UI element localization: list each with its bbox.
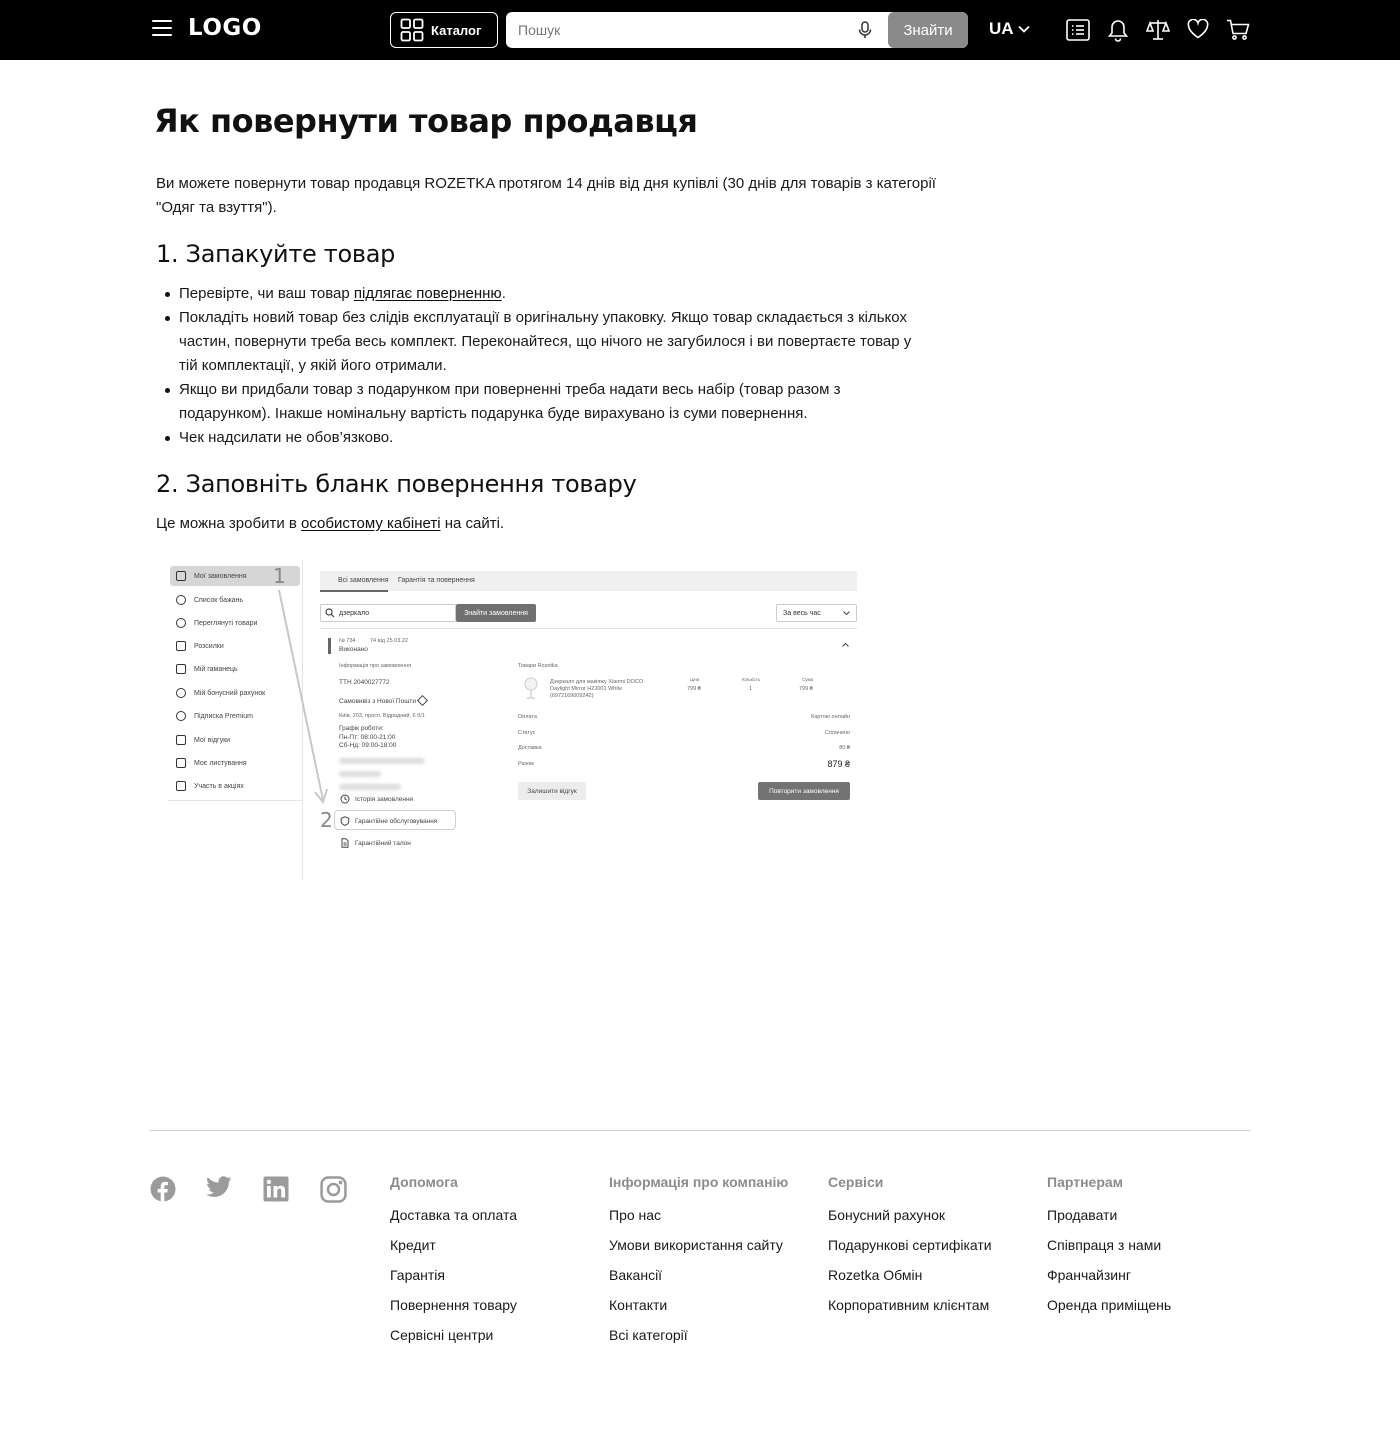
- footer-link[interactable]: Бонусний рахунок: [828, 1206, 992, 1236]
- footer-link[interactable]: Корпоративним клієнтам: [828, 1296, 992, 1326]
- bell-icon[interactable]: [1107, 19, 1129, 42]
- status-bar: [328, 638, 331, 654]
- intro-paragraph: Ви можете повернути товар продавця ROZET…: [156, 175, 936, 216]
- twitter-icon[interactable]: [206, 1176, 232, 1198]
- footer-link[interactable]: Оренда приміщень: [1047, 1296, 1171, 1326]
- footer-link[interactable]: Всі категорії: [609, 1326, 788, 1356]
- cabinet-paragraph: Це можна зробити в особистому кабінеті н…: [156, 515, 505, 532]
- footer-link[interactable]: Умови використання сайту: [609, 1236, 788, 1266]
- language-label: UA: [989, 19, 1014, 38]
- footer-column-partners: Партнерам Продавати Співпраця з нами Фра…: [1047, 1174, 1171, 1326]
- cabinet-illustration: Мої замовлення Список бажань Переглянуті…: [160, 560, 860, 880]
- shield-icon: [340, 816, 350, 826]
- footer-link[interactable]: Гарантія: [390, 1266, 517, 1296]
- divider: [320, 628, 857, 629]
- footer-link[interactable]: Кредит: [390, 1236, 517, 1266]
- compare-scales-icon[interactable]: [1146, 19, 1170, 41]
- footer-column-title: Допомога: [390, 1174, 458, 1190]
- step-marker-2: 2: [320, 808, 333, 832]
- search-button[interactable]: Знайти: [888, 12, 968, 48]
- product-thumbnail: [524, 677, 538, 699]
- footer-column-help: Допомога Доставка та оплата Кредит Гаран…: [390, 1174, 517, 1356]
- footer-link[interactable]: Про нас: [609, 1206, 788, 1236]
- menu-icon[interactable]: [152, 20, 172, 38]
- search-input[interactable]: [506, 12, 846, 48]
- footer-column-title: Сервіси: [828, 1174, 884, 1190]
- step1-list: Перевірте, чи ваш товар підлягає поверне…: [165, 282, 919, 450]
- footer-link[interactable]: Контакти: [609, 1296, 788, 1326]
- footer-column-company: Інформація про компанію Про нас Умови ви…: [609, 1174, 788, 1356]
- blurred-text: [339, 758, 425, 764]
- grid-icon: [400, 18, 424, 42]
- instagram-icon[interactable]: [320, 1176, 347, 1203]
- list-item: Перевірте, чи ваш товар підлягає поверне…: [165, 282, 919, 306]
- footer-link[interactable]: Подарункові сертифікати: [828, 1236, 992, 1266]
- catalog-label: Каталог: [431, 22, 482, 38]
- footer-link[interactable]: Сервісні центри: [390, 1326, 517, 1356]
- footer-link[interactable]: Співпраця з нами: [1047, 1236, 1171, 1266]
- cart-icon[interactable]: [1226, 19, 1250, 41]
- period-select: За весь час: [776, 604, 857, 622]
- footer-link[interactable]: Франчайзинг: [1047, 1266, 1171, 1296]
- tab-all-orders: Всі замовлення: [338, 577, 389, 584]
- illustration-tabs: Всі замовлення Гарантія та повернення: [320, 571, 857, 592]
- history-icon: [340, 794, 350, 804]
- footer-column-title: Інформація про компанію: [609, 1174, 789, 1190]
- language-selector[interactable]: UA: [989, 19, 1030, 39]
- footer-column-services: Сервіси Бонусний рахунок Подарункові сер…: [828, 1174, 992, 1326]
- tab-warranty-returns: Гарантія та повернення: [398, 577, 475, 584]
- tab-indicator: [320, 590, 388, 592]
- heart-icon[interactable]: [1187, 19, 1209, 39]
- logo[interactable]: LOGO: [188, 15, 262, 41]
- footer-link[interactable]: Повернення товару: [390, 1296, 517, 1326]
- blurred-text: [339, 784, 401, 790]
- footer-link[interactable]: Продавати: [1047, 1206, 1171, 1236]
- search-icon: [325, 608, 335, 618]
- chevron-up-icon: [842, 642, 849, 647]
- chevron-down-icon: [1017, 25, 1030, 33]
- list-item: Якщо ви придбали товар з подарунком при …: [165, 378, 919, 426]
- facebook-icon[interactable]: [150, 1176, 176, 1202]
- personal-cabinet-link[interactable]: особистому кабінеті: [301, 515, 441, 532]
- footer-link[interactable]: Вакансії: [609, 1266, 788, 1296]
- list-item: Чек надсилати не обов’язково.: [165, 426, 919, 450]
- illustration-search: дзеркало: [320, 604, 456, 622]
- page-title: Як повернути товар продавця: [154, 102, 698, 140]
- step2-heading: 2. Заповніть бланк повернення товару: [156, 470, 637, 498]
- route-icon: [417, 695, 428, 706]
- document-icon: [341, 838, 349, 848]
- list-item: Покладіть новий товар без слідів експлуа…: [165, 306, 919, 378]
- footer-link[interactable]: Rozetka Обмін: [828, 1266, 992, 1296]
- linkedin-icon[interactable]: [263, 1176, 289, 1202]
- step-marker-1: 1: [273, 564, 286, 588]
- repeat-order-button: Повторити замовлення: [758, 782, 850, 800]
- catalog-button[interactable]: Каталог: [390, 12, 498, 48]
- footer-divider: [150, 1130, 1250, 1131]
- blurred-text: [339, 771, 381, 777]
- returnable-link[interactable]: підлягає поверненню: [354, 285, 502, 302]
- review-button: Залишити відгук: [518, 782, 586, 800]
- step1-heading: 1. Запакуйте товар: [156, 240, 396, 268]
- chevron-down-icon: [843, 611, 850, 616]
- footer-link[interactable]: Доставка та оплата: [390, 1206, 517, 1236]
- footer-column-title: Партнерам: [1047, 1174, 1124, 1190]
- find-orders-button: Знайти замовлення: [456, 604, 536, 622]
- site-header: LOGO Каталог Знайти UA: [0, 0, 1400, 60]
- search-bar: Знайти: [506, 12, 968, 48]
- orders-list-icon[interactable]: [1066, 19, 1090, 41]
- microphone-icon[interactable]: [858, 21, 872, 39]
